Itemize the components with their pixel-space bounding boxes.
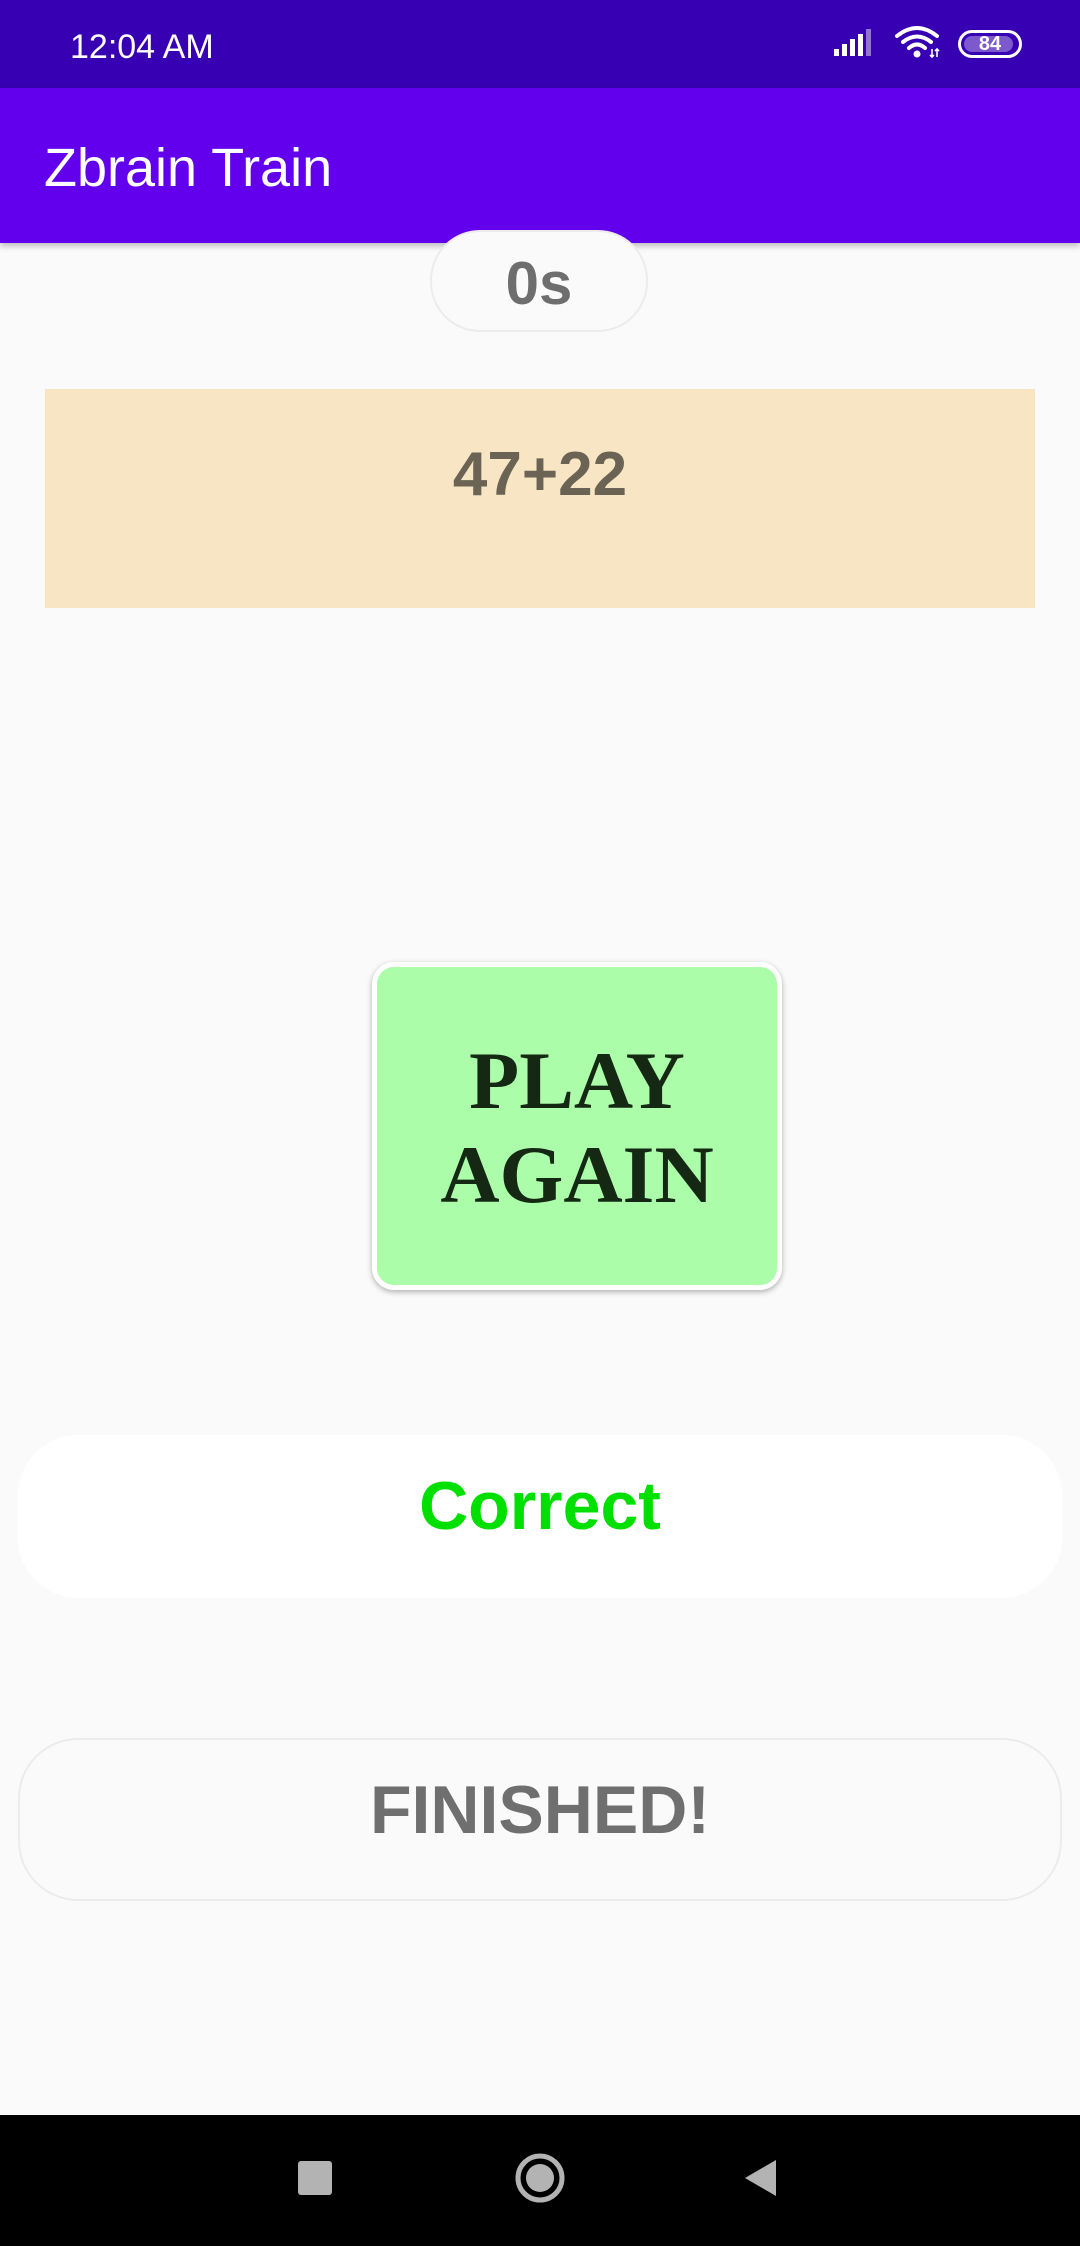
recents-icon xyxy=(295,2158,335,2203)
question-display: 47+22 xyxy=(45,389,1035,608)
recents-button[interactable] xyxy=(270,2115,360,2246)
result-text: Correct xyxy=(18,1435,1062,1598)
back-icon xyxy=(740,2157,780,2204)
app-bar: Zbrain Train xyxy=(0,88,1080,243)
navigation-bar xyxy=(0,2115,1080,2246)
play-again-button[interactable]: PLAY AGAIN xyxy=(372,962,782,1290)
game-status-text: FINISHED! xyxy=(18,1738,1062,1901)
back-button[interactable] xyxy=(715,2115,805,2246)
app-title: Zbrain Train xyxy=(44,138,333,198)
timer-display: 0s xyxy=(430,230,648,332)
battery-level: 84 xyxy=(978,32,1002,55)
status-bar: 12:04 AM 84 xyxy=(0,0,1080,88)
battery-icon: 84 xyxy=(958,30,1022,58)
signal-icon xyxy=(832,27,876,62)
home-button[interactable] xyxy=(495,2115,585,2246)
wifi-icon xyxy=(894,25,940,64)
home-icon xyxy=(513,2151,567,2210)
status-time: 12:04 AM xyxy=(70,28,214,66)
status-icons: 84 xyxy=(832,0,1022,88)
